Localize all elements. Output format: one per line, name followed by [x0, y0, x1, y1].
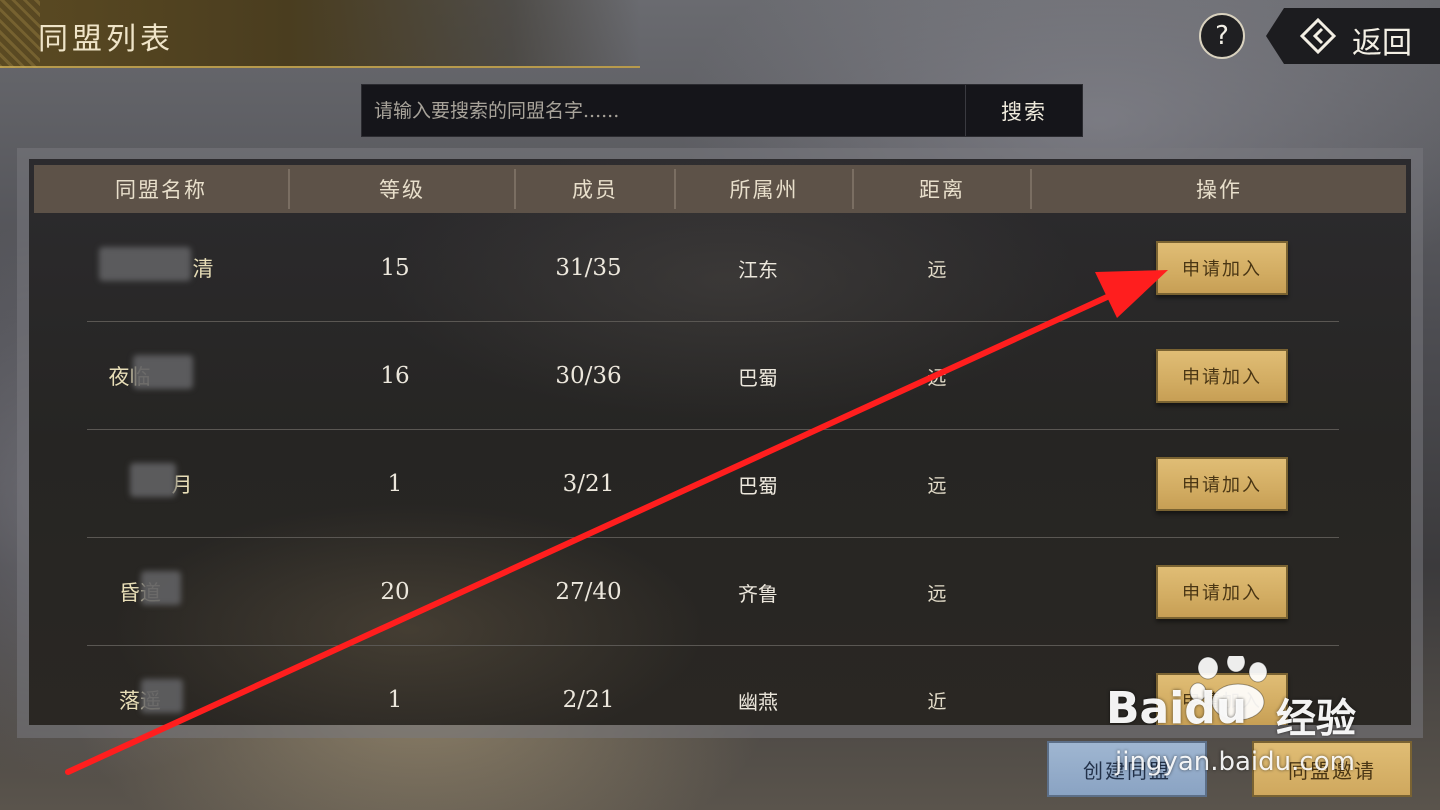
- table-row: 落遥 一一一一 1 2/21 幽燕 近 申请加入: [29, 646, 1411, 725]
- alliance-name-cell: 一一一 月: [69, 430, 253, 538]
- table-row: 夜临 一一一一一 16 30/36 巴蜀 远 申请加入: [29, 322, 1411, 430]
- distance-cell: 近: [927, 690, 947, 713]
- join-button[interactable]: 申请加入: [1156, 349, 1288, 403]
- column-header-action: 操作: [1196, 178, 1242, 202]
- join-button[interactable]: 申请加入: [1156, 457, 1288, 511]
- alliance-name-cell: 夜临 一一一一一: [69, 322, 253, 430]
- search-input[interactable]: [362, 85, 965, 136]
- table-row: 一一一一一 清 15 31/35 江东 远 申请加入: [29, 214, 1411, 322]
- level-cell: 15: [380, 255, 410, 281]
- alliance-name: 清: [192, 257, 214, 281]
- state-cell: 江东: [738, 257, 778, 282]
- name-blur-mask: [129, 463, 176, 497]
- level-cell: 1: [387, 471, 403, 497]
- members-cell: 27/40: [555, 579, 622, 605]
- title-ornament: [0, 0, 40, 68]
- state-cell: 齐鲁: [738, 581, 778, 606]
- back-button[interactable]: 返回: [1266, 8, 1440, 64]
- table-row: 昏道 一一一一 20 27/40 齐鲁 远 申请加入: [29, 538, 1411, 646]
- column-header-level: 等级: [379, 178, 425, 202]
- members-cell: 30/36: [555, 363, 622, 389]
- alliance-name-cell: 一一一一一 清: [69, 214, 253, 322]
- column-header-members: 成员: [572, 178, 618, 202]
- members-cell: 3/21: [562, 471, 615, 497]
- distance-cell: 远: [927, 474, 947, 497]
- alliance-name-link[interactable]: 一一一一一 清: [98, 247, 214, 283]
- state-cell: 巴蜀: [738, 365, 778, 390]
- search-bar: 搜索: [361, 84, 1083, 137]
- distance-cell: 远: [927, 582, 947, 605]
- name-blur-mask: [132, 355, 193, 389]
- alliance-name-link[interactable]: 昏道 一一一一: [119, 571, 203, 607]
- column-header-distance: 距离: [919, 178, 965, 202]
- state-cell: 幽燕: [738, 689, 778, 714]
- name-blur-mask: [141, 571, 181, 605]
- join-button[interactable]: 申请加入: [1156, 673, 1288, 725]
- join-button[interactable]: 申请加入: [1156, 565, 1288, 619]
- table-header: 同盟名称 等级 成员 所属州 距离 操作: [34, 165, 1406, 213]
- alliance-name-cell: 落遥 一一一一: [69, 646, 253, 725]
- search-button[interactable]: 搜索: [966, 85, 1082, 136]
- alliance-name-link[interactable]: 落遥 一一一一: [119, 679, 203, 715]
- alliance-name-link[interactable]: 夜临 一一一一一: [109, 355, 214, 391]
- help-button[interactable]: ?: [1199, 13, 1245, 59]
- members-cell: 31/35: [555, 255, 622, 281]
- alliance-name-link[interactable]: 一一一 月: [129, 463, 193, 499]
- back-label: 返回: [1352, 26, 1412, 61]
- column-header-name: 同盟名称: [115, 178, 207, 202]
- create-alliance-button[interactable]: 创建同盟: [1047, 741, 1207, 797]
- distance-cell: 远: [927, 258, 947, 281]
- back-diamond-icon: [1300, 18, 1336, 54]
- distance-cell: 远: [927, 366, 947, 389]
- level-cell: 16: [380, 363, 410, 389]
- title-bar: 同盟列表: [0, 0, 640, 68]
- alliance-name-cell: 昏道 一一一一: [69, 538, 253, 646]
- join-button[interactable]: 申请加入: [1156, 241, 1288, 295]
- level-cell: 1: [387, 687, 403, 713]
- name-blur-mask: [141, 679, 183, 713]
- alliance-table: 同盟名称 等级 成员 所属州 距离 操作 一一一一一 清 15 31/35 江东…: [29, 159, 1411, 725]
- state-cell: 巴蜀: [738, 473, 778, 498]
- level-cell: 20: [380, 579, 410, 605]
- table-row: 一一一 月 1 3/21 巴蜀 远 申请加入: [29, 430, 1411, 538]
- page-title: 同盟列表: [38, 22, 174, 57]
- alliance-invite-button[interactable]: 同盟邀请: [1252, 741, 1412, 797]
- name-blur-mask: [98, 247, 191, 281]
- column-header-state: 所属州: [729, 178, 799, 202]
- members-cell: 2/21: [562, 687, 615, 713]
